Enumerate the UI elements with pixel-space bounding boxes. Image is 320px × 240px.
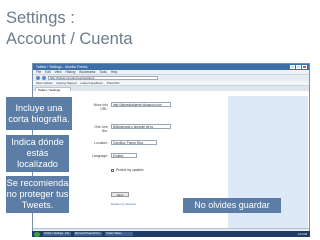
protect-updates-label: Protect my updates [116, 168, 144, 172]
url-input[interactable]: http://twitter.com/account/settings [48, 76, 158, 80]
callout-bio-line-2: corta biografía. [8, 113, 70, 124]
callout-bio: Incluye una corta biografía. [6, 97, 72, 130]
window-title: Twitter / Settings - Mozilla Firefox [36, 65, 88, 69]
minimize-icon[interactable] [290, 65, 295, 69]
callout-save: No olvides guardar [183, 198, 281, 213]
delete-account-link[interactable]: Delete my account [111, 202, 136, 206]
callout-location: Indica dónde estás localizado [6, 135, 69, 172]
save-button[interactable]: Save [111, 192, 129, 197]
callout-protect-line-1: Se recomienda [6, 178, 69, 188]
bookmark-photosic[interactable]: PhotoSIC [107, 81, 120, 85]
taskbar: Twitter / Settings - Mo... Microsoft Pow… [32, 231, 310, 237]
menu-history[interactable]: History [66, 70, 76, 74]
menu-edit[interactable]: Edit [45, 70, 51, 74]
taskbar-item-powerpoint[interactable]: Microsoft PowerPoint... [74, 231, 102, 237]
forward-icon[interactable] [42, 76, 46, 80]
tab-twitter-settings[interactable]: Twitter / Settings [35, 86, 71, 92]
menu-help[interactable]: Help [111, 70, 118, 74]
callout-protect-line-2: no proteger tus [6, 189, 69, 199]
bookmark-most-visited[interactable]: Most Visited [36, 81, 52, 85]
callout-location-line-3: localizado [17, 159, 58, 169]
window-controls [290, 65, 307, 69]
location-input[interactable]: Carolina, Puerto Rico [111, 140, 157, 145]
maximize-icon[interactable] [296, 65, 301, 69]
protect-updates-checkbox[interactable] [111, 169, 114, 172]
callout-protect: Se recomienda no proteger tus Tweets. [6, 176, 69, 213]
callout-bio-line-1: Incluye una [15, 102, 63, 113]
callout-location-line-1: Indica dónde [11, 137, 64, 147]
taskbar-item-slides[interactable]: Twitter Slides [105, 231, 133, 237]
window-titlebar: Twitter / Settings - Mozilla Firefox [33, 64, 309, 70]
menu-bookmarks[interactable]: Bookmarks [79, 70, 95, 74]
language-select[interactable]: English [111, 153, 137, 158]
menu-file[interactable]: File [36, 70, 41, 74]
bookmark-getting-started[interactable]: Getting Started [56, 81, 76, 85]
slide-title-line-2: Account / Cuenta [6, 30, 133, 48]
callout-protect-line-3: Tweets. [21, 200, 54, 210]
callout-location-line-2: estás [26, 148, 49, 158]
one-line-bio-input[interactable]: Bibliotecaria y docente de la [111, 124, 171, 129]
location-label: Location: [94, 141, 108, 145]
close-icon[interactable] [302, 65, 307, 69]
start-button[interactable] [34, 231, 40, 237]
taskbar-clock: 1:23 AM [297, 232, 307, 236]
more-info-url-input[interactable]: http://lalmeidafuente.blogspot.com [111, 102, 171, 107]
back-icon[interactable] [36, 76, 40, 80]
bookmark-latest-headlines[interactable]: Latest Headlines [80, 81, 102, 85]
menu-tools[interactable]: Tools [99, 70, 106, 74]
tab-row: Twitter / Settings [33, 86, 309, 92]
taskbar-item-browser[interactable]: Twitter / Settings - Mo... [43, 231, 71, 237]
more-info-label: More Info URL: [93, 103, 108, 111]
one-line-bio-label: One Line Bio: [94, 125, 108, 133]
slide-title-line-1: Settings : [6, 9, 75, 27]
language-label: Language: [91, 154, 108, 158]
menu-view[interactable]: View [55, 70, 62, 74]
slide-title: Settings : Account / Cuenta [6, 8, 206, 50]
